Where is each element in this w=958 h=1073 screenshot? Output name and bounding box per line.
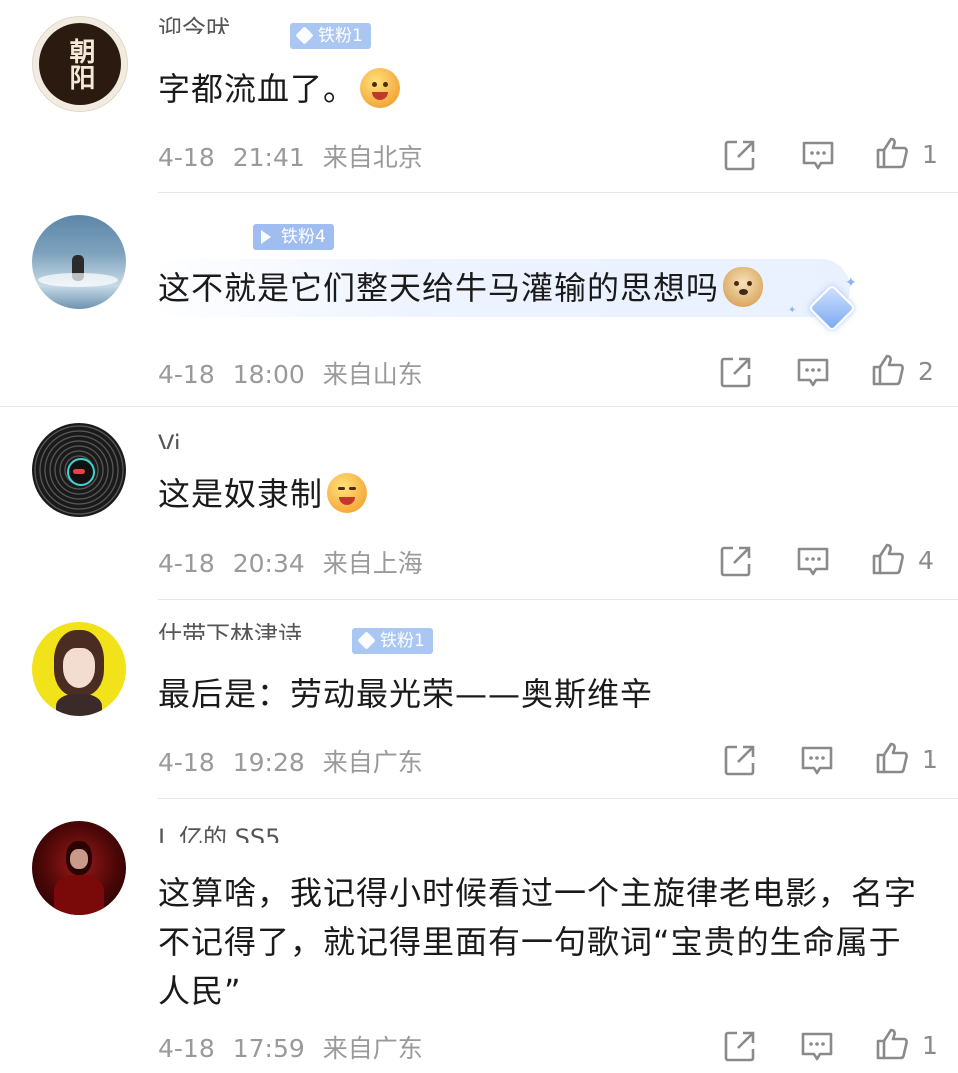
comment-text-body: 这是奴隶制	[158, 475, 324, 513]
comment-meta: 4-18 21:41 来自北京	[158, 138, 423, 174]
happy-emoji-icon	[327, 473, 368, 513]
avatar[interactable]: 朝阳	[32, 16, 128, 112]
comment-text-body: 字都流血了。	[158, 70, 357, 108]
comment-date: 4-18	[158, 549, 215, 578]
like-count: 1	[922, 1031, 938, 1060]
like-count: 4	[918, 546, 934, 575]
thumbs-up-icon[interactable]	[875, 1027, 909, 1061]
fan-badge-level: 4	[315, 227, 326, 247]
thumbs-up-icon[interactable]	[875, 136, 909, 170]
comment-location: 来自广东	[322, 1034, 423, 1063]
comment-meta: 4-18 20:34 来自上海	[158, 544, 423, 580]
avatar[interactable]	[32, 215, 126, 309]
comment-text: 最后是：劳动最光荣——奥斯维辛	[158, 670, 653, 719]
comment-location: 来自北京	[322, 143, 423, 172]
sparkle-icon: ✦	[845, 275, 857, 291]
diamond-icon	[357, 631, 376, 650]
avatar[interactable]	[32, 821, 126, 915]
doge-emoji-icon	[723, 267, 764, 307]
comment-2: 铁粉4 ✦ ✦ 这不就是它们整天给牛马灌输的思想吗 4-18 18:00 来自山…	[0, 193, 958, 406]
comment-icon[interactable]	[800, 743, 834, 777]
fan-badge-level: 1	[414, 631, 425, 651]
fan-badge-label: 铁粉	[318, 26, 352, 46]
comment-date: 4-18	[158, 143, 215, 172]
comment-time: 21:41	[232, 143, 305, 172]
like-count: 2	[918, 357, 934, 386]
comment-3: Vi 这是奴隶制 4-18 20:34 来自上海 4	[0, 407, 958, 599]
diamond-icon	[261, 230, 271, 244]
comment-time: 18:00	[232, 360, 305, 389]
fan-badge[interactable]: 铁粉1	[290, 23, 371, 49]
username[interactable]: L 亿的 SS5	[158, 823, 323, 843]
comment-date: 4-18	[158, 748, 215, 777]
avatar-logo-text: 朝阳	[65, 38, 95, 90]
thumbs-up-icon[interactable]	[871, 542, 905, 576]
comment-text: 这是奴隶制	[158, 470, 368, 519]
comment-time: 17:59	[232, 1034, 305, 1063]
fan-badge-level: 1	[352, 26, 363, 46]
username[interactable]: Vi	[158, 429, 248, 449]
fan-badge-label: 铁粉	[281, 227, 315, 247]
like-count: 1	[922, 140, 938, 169]
comment-date: 4-18	[158, 1034, 215, 1063]
comment-meta: 4-18 17:59 来自广东	[158, 1029, 423, 1065]
username[interactable]: 什带下林津诗	[158, 620, 344, 640]
diamond-icon	[295, 26, 314, 45]
fan-badge[interactable]: 铁粉4	[253, 224, 334, 250]
thumbs-up-icon[interactable]	[875, 741, 909, 775]
comment-text: 字都流血了。	[158, 65, 401, 114]
share-icon[interactable]	[719, 355, 753, 389]
username[interactable]: 迎今吠	[158, 14, 280, 34]
comment-time: 19:28	[232, 748, 305, 777]
comment-text: 这不就是它们整天给牛马灌输的思想吗	[158, 264, 764, 313]
fan-badge[interactable]: 铁粉1	[352, 628, 433, 654]
comment-date: 4-18	[158, 360, 215, 389]
fan-badge-label: 铁粉	[380, 631, 414, 651]
comment-icon[interactable]	[801, 138, 835, 172]
sparkle-icon: ✦	[788, 305, 797, 316]
comment-text: 这算啥，我记得小时候看过一个主旋律老电影，名字不记得了，就记得里面有一句歌词“宝…	[158, 869, 928, 1016]
thumbs-up-icon[interactable]	[871, 353, 905, 387]
comment-icon[interactable]	[796, 544, 830, 578]
comment-1: 朝阳 迎今吠 铁粉1 字都流血了。 4-18 21:41 来自北京 1	[0, 0, 958, 192]
comment-icon[interactable]	[796, 355, 830, 389]
comment-5: L 亿的 SS5 这算啥，我记得小时候看过一个主旋律老电影，名字不记得了，就记得…	[0, 799, 958, 1073]
comment-time: 20:34	[232, 549, 305, 578]
comment-text-body: 这算啥，我记得小时候看过一个主旋律老电影，名字不记得了，就记得里面有一句歌词“宝…	[158, 874, 918, 1010]
comment-meta: 4-18 18:00 来自山东	[158, 355, 423, 391]
share-icon[interactable]	[723, 743, 757, 777]
share-icon[interactable]	[719, 544, 753, 578]
avatar[interactable]	[32, 622, 126, 716]
comment-text-body: 最后是：劳动最光荣——奥斯维辛	[158, 675, 654, 713]
comment-icon[interactable]	[800, 1029, 834, 1063]
comment-location: 来自上海	[322, 549, 423, 578]
yum-emoji-icon	[360, 68, 401, 108]
comment-location: 来自山东	[322, 360, 423, 389]
comment-location: 来自广东	[322, 748, 423, 777]
share-icon[interactable]	[723, 138, 757, 172]
like-count: 1	[922, 745, 938, 774]
comment-4: 什带下林津诗 铁粉1 最后是：劳动最光荣——奥斯维辛 4-18 19:28 来自…	[0, 600, 958, 798]
share-icon[interactable]	[723, 1029, 757, 1063]
comment-text-body: 这不就是它们整天给牛马灌输的思想吗	[158, 269, 720, 307]
comment-meta: 4-18 19:28 来自广东	[158, 743, 423, 779]
avatar[interactable]	[32, 423, 126, 517]
